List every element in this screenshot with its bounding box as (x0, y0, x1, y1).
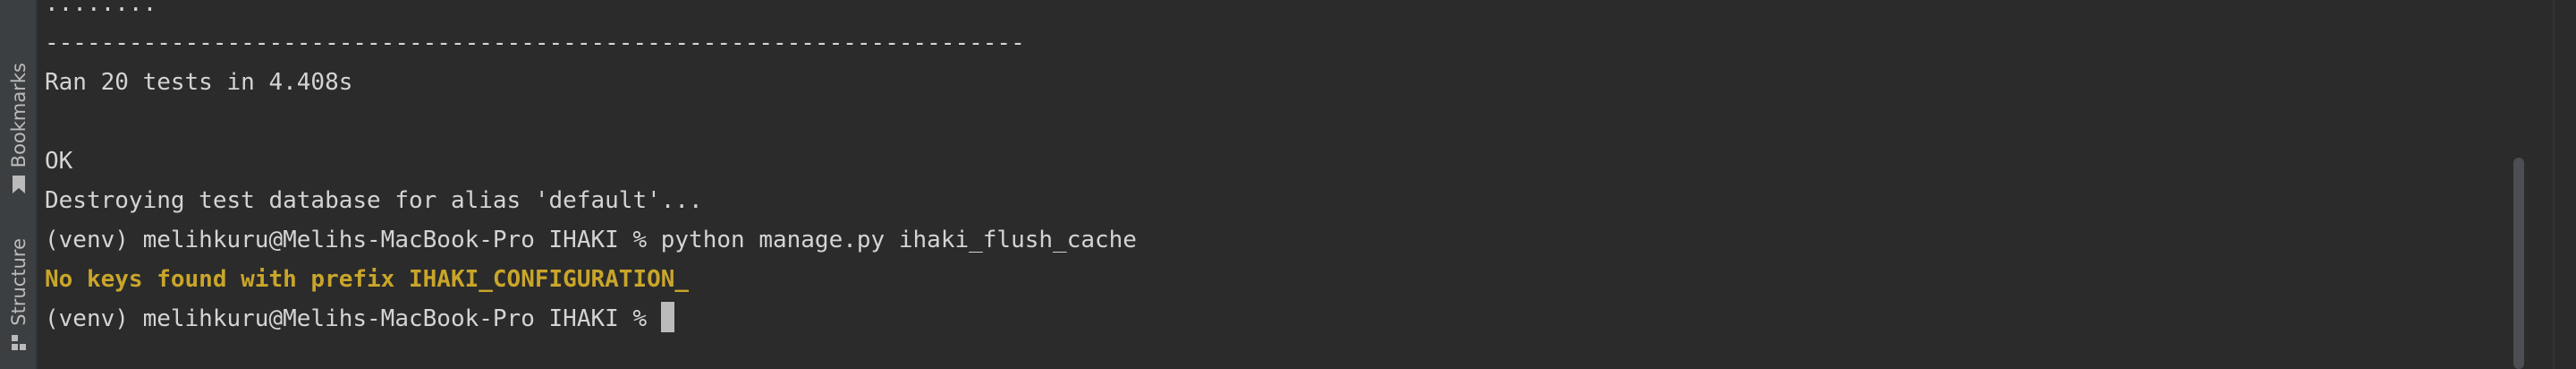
bookmarks-tab[interactable]: Bookmarks (0, 63, 38, 206)
structure-tab-label: Structure (8, 238, 30, 326)
terminal-prompt: (venv) melihkuru@Melihs-MacBook-Pro IHAK… (45, 305, 661, 332)
terminal-line: Ran 20 tests in 4.408s (45, 69, 353, 96)
structure-tab[interactable]: Structure (0, 238, 38, 369)
terminal-output[interactable]: ........ -------------------------------… (39, 0, 2522, 369)
terminal-line: ........ (45, 0, 157, 17)
vertical-scrollbar[interactable] (2510, 0, 2529, 369)
terminal-command-line: (venv) melihkuru@Melihs-MacBook-Pro IHAK… (45, 227, 1137, 253)
terminal-line: ----------------------------------------… (45, 30, 1025, 56)
terminal-warning-line: No keys found with prefix IHAKI_CONFIGUR… (45, 266, 690, 293)
bookmarks-tab-label: Bookmarks (8, 63, 30, 168)
right-gutter (2553, 0, 2576, 369)
text-cursor (660, 302, 674, 332)
terminal-line: OK (45, 148, 73, 175)
terminal-line: Destroying test database for alias 'defa… (45, 187, 703, 214)
left-tool-strip: Bookmarks Structure (0, 0, 38, 369)
scrollbar-thumb[interactable] (2513, 158, 2524, 369)
bookmark-icon (13, 176, 25, 194)
structure-icon (12, 334, 26, 350)
terminal-prompt-line[interactable]: (venv) melihkuru@Melihs-MacBook-Pro IHAK… (45, 299, 2522, 339)
